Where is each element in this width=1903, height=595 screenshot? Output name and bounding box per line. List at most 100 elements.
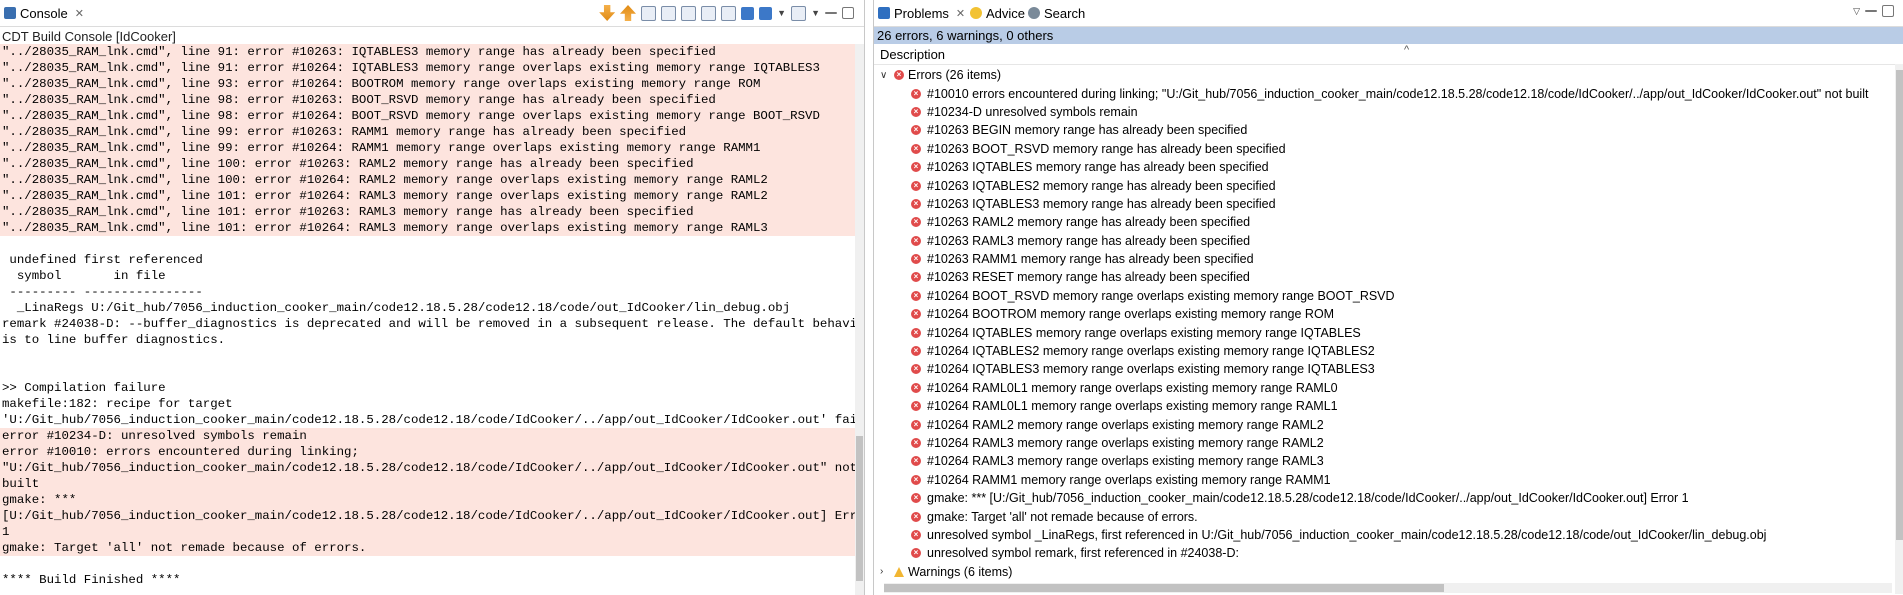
view-splitter[interactable] [865,0,873,595]
problem-description: #10264 RAML0L1 memory range overlaps exi… [927,380,1338,395]
close-icon[interactable]: ✕ [75,7,84,20]
problem-row[interactable]: × #10264 RAML2 memory range overlaps exis… [874,415,1894,433]
error-icon: × [911,180,921,191]
error-icon: × [911,106,921,117]
chevron-down-icon[interactable]: ▼ [811,8,820,18]
console-line: "U:/Git_hub/7056_induction_cooker_main/c… [0,460,856,476]
problem-row[interactable]: × #10264 RAML0L1 memory range overlaps ex… [874,397,1894,415]
problem-row[interactable]: × #10263 RAML2 memory range has already b… [874,213,1894,231]
close-icon[interactable]: ✕ [956,7,965,20]
console-line: "../28035_RAM_lnk.cmd", line 99: error #… [0,124,856,140]
problem-row[interactable]: × #10263 BOOT_RSVD memory range has alrea… [874,140,1894,158]
console-line: "../28035_RAM_lnk.cmd", line 100: error … [0,172,856,188]
problem-row[interactable]: × #10263 IQTABLES2 memory range has alrea… [874,176,1894,194]
problem-row[interactable]: × #10263 RESET memory range has already b… [874,268,1894,286]
problem-description: #10263 IQTABLES2 memory range has alread… [927,178,1276,193]
problems-scrollbar[interactable] [1895,64,1903,594]
problem-row[interactable]: × #10264 RAML3 memory range overlaps exis… [874,434,1894,452]
console-icon [4,7,16,19]
console-line: "../28035_RAM_lnk.cmd", line 99: error #… [0,140,856,156]
console-scrollbar[interactable] [855,44,864,595]
problem-row[interactable]: × unresolved symbol remark, first referen… [874,544,1894,562]
problem-row[interactable]: × #10264 IQTABLES3 memory range overlaps … [874,360,1894,378]
minimize-icon[interactable] [1865,10,1877,12]
problem-description: #10010 errors encountered during linking… [927,86,1869,101]
error-icon: × [911,382,921,393]
view-menu-icon[interactable]: ▽ [1853,6,1860,17]
tab-advice[interactable]: Advice [970,2,1025,24]
problems-icon [878,7,890,19]
chevron-right-icon[interactable]: › [880,566,890,577]
tab-problems[interactable]: Problems ✕ [878,2,965,24]
chevron-down-icon[interactable]: ▼ [777,8,786,18]
problem-description: #10263 RESET memory range has already be… [927,270,1250,285]
next-error-icon[interactable] [599,5,616,21]
tab-console[interactable]: Console ✕ [4,2,84,24]
console-line: "../28035_RAM_lnk.cmd", line 101: error … [0,188,856,204]
console-view: Console ✕ ▼ ▼ CDT Build Console [IdCooke… [0,0,865,595]
problem-row[interactable]: × #10010 errors encountered during linkin… [874,84,1894,102]
problem-row[interactable]: × gmake: Target 'all' not remade because … [874,507,1894,525]
description-column-header[interactable]: Description ^ [874,44,1903,65]
errors-category-label: Errors (26 items) [908,68,1002,83]
problem-row[interactable]: × #10264 IQTABLES2 memory range overlaps … [874,342,1894,360]
errors-category[interactable]: ∨ × Errors (26 items) [874,66,1894,84]
error-icon: × [911,346,921,357]
problem-row[interactable]: × #10264 BOOTROM memory range overlaps ex… [874,305,1894,323]
tab-search[interactable]: Search [1028,2,1085,24]
problem-row[interactable]: × #10264 IQTABLES memory range overlaps e… [874,323,1894,341]
maximize-icon[interactable] [1882,5,1894,17]
problem-description: unresolved symbol remark, first referenc… [927,546,1239,561]
problem-row[interactable]: × #10264 RAMM1 memory range overlaps exis… [874,471,1894,489]
problem-description: #10263 BEGIN memory range has already be… [927,123,1248,138]
error-icon: × [911,456,921,467]
problems-hscroll-thumb[interactable] [884,584,1444,592]
copy-build-log-icon[interactable] [661,5,677,21]
maximize-icon[interactable] [842,7,854,19]
console-line: remark #24038-D: --buffer_diagnostics is… [2,317,856,331]
problem-row[interactable]: × #10264 RAML3 memory range overlaps exis… [874,452,1894,470]
word-wrap-icon[interactable] [721,5,737,21]
problem-description: unresolved symbol _LinaRegs, first refer… [927,527,1767,542]
problem-row[interactable]: × #10234-D unresolved symbols remain [874,103,1894,121]
problem-row[interactable]: × #10263 RAMM1 memory range has already b… [874,250,1894,268]
problem-row[interactable]: × #10264 RAML0L1 memory range overlaps ex… [874,379,1894,397]
chevron-down-icon[interactable]: ∨ [880,70,890,81]
problem-description: #10234-D unresolved symbols remain [927,104,1138,119]
problems-view: Problems ✕ Advice Search ▽ 26 errors, 6 … [873,0,1903,595]
display-console-icon[interactable] [759,6,773,20]
error-icon: × [911,493,921,504]
console-line: "../28035_RAM_lnk.cmd", line 93: error #… [0,76,856,92]
console-line: 'U:/Git_hub/7056_induction_cooker_main/c… [2,413,856,427]
problem-row[interactable]: × #10263 RAML3 memory range has already b… [874,232,1894,250]
open-console-icon[interactable] [791,5,807,21]
pin-console-icon[interactable] [741,6,755,20]
console-line: **** Build Finished **** [2,573,181,587]
problem-row[interactable]: × #10263 BEGIN memory range has already b… [874,121,1894,139]
problem-row[interactable]: × unresolved symbol _LinaRegs, first refe… [874,526,1894,544]
show-error-icon[interactable] [641,5,657,21]
error-list: × #10010 errors encountered during linkin… [874,84,1894,562]
console-output[interactable]: "../28035_RAM_lnk.cmd", line 91: error #… [0,44,856,595]
console-line: built [0,476,856,492]
problems-scroll-thumb[interactable] [1896,70,1903,540]
warnings-category[interactable]: › Warnings (6 items) [874,563,1894,581]
minimize-icon[interactable] [825,12,837,14]
problem-row[interactable]: × #10263 IQTABLES memory range has alread… [874,158,1894,176]
problem-row[interactable]: × gmake: *** [U:/Git_hub/7056_induction_c… [874,489,1894,507]
clear-console-icon[interactable] [681,5,697,21]
problem-row[interactable]: × #10263 IQTABLES3 memory range has alrea… [874,195,1894,213]
previous-error-icon[interactable] [620,5,636,21]
scroll-lock-icon[interactable] [701,5,717,21]
console-scroll-thumb[interactable] [856,436,863,581]
problem-description: #10264 IQTABLES memory range overlaps ex… [927,325,1361,340]
console-line: --------- ---------------- [2,285,203,299]
problems-hscrollbar[interactable] [884,583,1892,593]
console-line: makefile:182: recipe for target [2,397,233,411]
warning-icon [894,566,904,577]
problem-description: #10264 RAML3 memory range overlaps exist… [927,436,1324,450]
problem-description: gmake: Target 'all' not remade because o… [927,509,1198,524]
console-line: gmake: Target 'all' not remade because o… [0,540,856,556]
problem-row[interactable]: × #10264 BOOT_RSVD memory range overlaps … [874,287,1894,305]
